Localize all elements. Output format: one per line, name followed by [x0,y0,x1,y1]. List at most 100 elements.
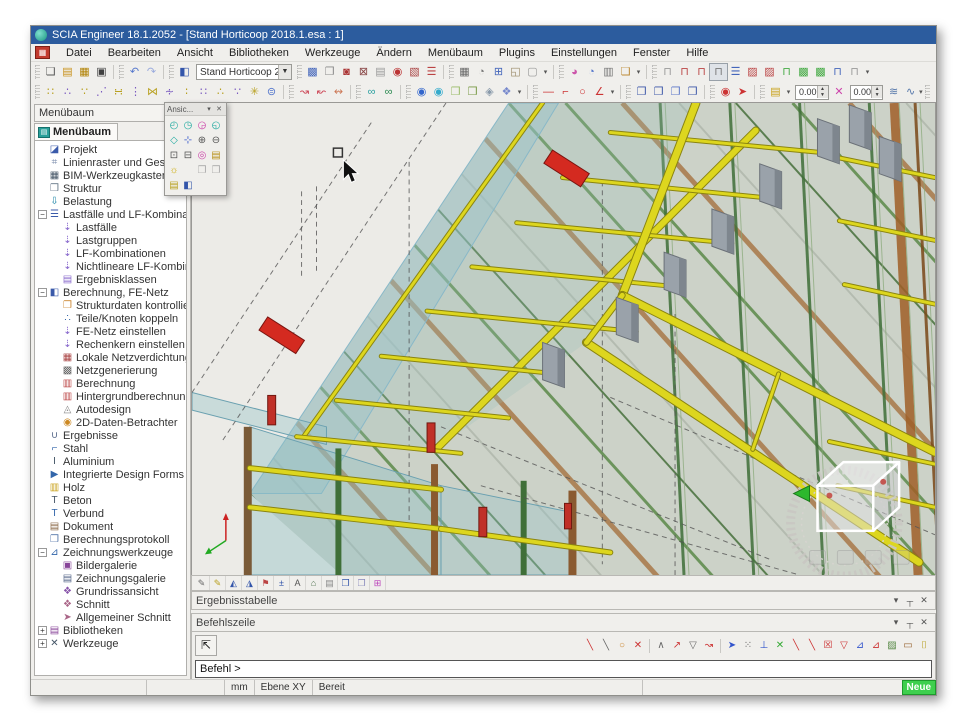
member-tool-icon[interactable]: ◈ [481,84,498,100]
command-input[interactable] [195,660,932,678]
curve-tool-2-icon[interactable]: ↜ [313,84,330,100]
roof-view-icon[interactable]: ⌂ [306,576,322,590]
clipboard-ghost-2-icon[interactable]: ❐ [209,163,223,178]
node-tool-5-icon[interactable]: ∺ [110,84,127,100]
tree-item[interactable]: ∪Ergebnisse [35,429,186,442]
snap-edge-1-icon[interactable]: ⊿ [852,638,868,654]
tree-item[interactable]: ▣Bildergalerie [35,559,186,572]
menu-ansicht[interactable]: Ansicht [169,45,221,61]
spinner-arrows-icon[interactable]: ▲▼ [817,86,828,98]
undo-icon[interactable]: ↶ [126,64,143,80]
menu-ändern[interactable]: Ändern [368,45,419,61]
copy-doc-icon[interactable]: ❐ [321,64,338,80]
open-icon[interactable]: ▤ [59,64,76,80]
snap-arrow-icon[interactable]: ↗ [669,638,685,654]
copy-multi-icon[interactable]: ❐ [667,84,684,100]
spinner-arrows-icon[interactable]: ▲▼ [871,86,882,98]
menu-hilfe[interactable]: Hilfe [678,45,716,61]
tree-item[interactable]: +✕Werkzeuge [35,637,186,650]
light-icon[interactable]: ☼ [167,163,181,178]
document-icon[interactable]: ◱ [507,64,524,80]
doc-export-icon[interactable]: ❏ [617,64,634,80]
visibility-icon[interactable]: ◉ [717,84,734,100]
tree-item[interactable]: ▤Dokument [35,520,186,533]
zoom-in-icon[interactable]: ⊕ [195,133,209,148]
labels-plus-icon[interactable]: ± [274,576,290,590]
view-save-icon[interactable]: ◕ [566,64,583,80]
tree-item[interactable]: ➤Allgemeiner Schnitt [35,611,186,624]
grid-colored-icon[interactable]: ⊞ [370,576,386,590]
tree-item[interactable]: ▩Netzgenerierung [35,364,186,377]
clipboard-ghost-1-icon[interactable]: ❐ [195,163,209,178]
select-cursor-button[interactable]: ⇱ [195,635,217,656]
viewport[interactable] [191,102,936,575]
window-active-icon[interactable]: ⊓ [710,64,727,80]
zoom-selection-icon[interactable]: ◎ [195,148,209,163]
project-combo[interactable]: Stand Horticoop 20 ▼ [196,64,292,80]
menu-datei[interactable]: Datei [58,45,100,61]
rotate-view-4-icon[interactable]: ◵ [209,118,223,133]
menu-bearbeiten[interactable]: Bearbeiten [100,45,169,61]
gallery-icon[interactable]: ▢ [524,64,541,80]
menu-fenster[interactable]: Fenster [625,45,678,61]
column-1-icon[interactable]: ❒ [447,84,464,100]
tree-item[interactable]: TVerbund [35,507,186,520]
window-green-2-icon[interactable]: ▩ [795,64,812,80]
tree-item[interactable]: −◧Berechnung, FE-Netz [35,286,186,299]
snap-delete-icon[interactable]: ✕ [630,638,646,654]
paste-icon[interactable]: ❐ [684,84,701,100]
level-down-icon[interactable]: ◮ [242,576,258,590]
snap-mid-icon[interactable]: ╲ [788,638,804,654]
level-up-icon[interactable]: ◭ [226,576,242,590]
group-overflow-icon[interactable]: ▾ [541,68,550,76]
snap-line-icon[interactable]: ╲ [582,638,598,654]
labels-abc-icon[interactable]: A [290,576,306,590]
circle-icon[interactable]: ○ [574,84,591,100]
ucs-tool-icon[interactable]: ∿ [902,84,919,100]
axo-view-icon[interactable]: ◇ [167,133,181,148]
column-2-icon[interactable]: ❒ [464,84,481,100]
title-bar[interactable]: SCIA Engineer 18.1.2052 - [Stand Hortico… [31,26,936,44]
tree-expander-icon[interactable]: − [37,210,48,219]
panel-menu-icon[interactable]: ▾ [889,617,903,628]
float-toolbar-header[interactable]: Ansic... ▾ ✕ [165,103,226,116]
tree-item[interactable]: −☰Lastfälle und LF-Kombination [35,208,186,221]
window-green-1-icon[interactable]: ⊓ [778,64,795,80]
new-icon[interactable]: ❏ [42,64,59,80]
zoom-all-icon[interactable]: ⊟ [181,148,195,163]
node-tool-9-icon[interactable]: ∶ [178,84,195,100]
copy-1-icon[interactable]: ❐ [633,84,650,100]
snap-ruler-icon[interactable]: ▭ [900,638,916,654]
snap-int-icon[interactable]: ☒ [820,638,836,654]
window-1-icon[interactable]: ⊓ [659,64,676,80]
table-icon[interactable]: ⊞ [490,64,507,80]
target-icon[interactable]: ◉ [389,64,406,80]
system-menu-icon[interactable]: ▦ [35,46,50,59]
tree-item[interactable]: ◉2D-Daten-Betrachter [35,416,186,429]
coord-x-spinner[interactable]: 0.00 ▲▼ [795,85,829,100]
rotate-view-1-icon[interactable]: ◴ [167,118,181,133]
link-1-icon[interactable]: ∞ [363,84,380,100]
tree-item[interactable]: TBeton [35,494,186,507]
tree-item[interactable]: ⇣FE-Netz einstellen [35,325,186,338]
snap-line-2-icon[interactable]: ╲ [598,638,614,654]
group-overflow-icon[interactable]: ▾ [634,68,643,76]
node-tool-6-icon[interactable]: ⋮ [127,84,144,100]
view-load-icon[interactable]: ◔ [583,64,600,80]
search-2-icon[interactable]: ◉ [430,84,447,100]
select-layer-icon[interactable]: ⊠ [355,64,372,80]
preview-icon[interactable]: ◔ [473,64,490,80]
menu-einstellungen[interactable]: Einstellungen [543,45,625,61]
tree-item[interactable]: ❐Strukturdaten kontrollieren [35,299,186,312]
snap-node-icon[interactable]: ▽ [836,638,852,654]
tree-item[interactable]: +▤Bibliotheken [35,624,186,637]
rotate-view-2-icon[interactable]: ◷ [181,118,195,133]
window-hatch-1-icon[interactable]: ▨ [744,64,761,80]
clip-1-icon[interactable]: ✎ [194,576,210,590]
node-tool-3-icon[interactable]: ∵ [76,84,93,100]
snap-peak-icon[interactable]: ∧ [653,638,669,654]
project-combo-arrow-icon[interactable]: ▼ [278,65,291,79]
tree-expander-icon[interactable]: − [37,548,48,557]
ansicht-float-toolbar[interactable]: Ansic... ▾ ✕ ◴◷◶◵◇⊹⊕⊖⊡⊟◎▤☼❐❐▤◧ [164,102,227,196]
status-new-badge[interactable]: Neue [902,680,936,695]
